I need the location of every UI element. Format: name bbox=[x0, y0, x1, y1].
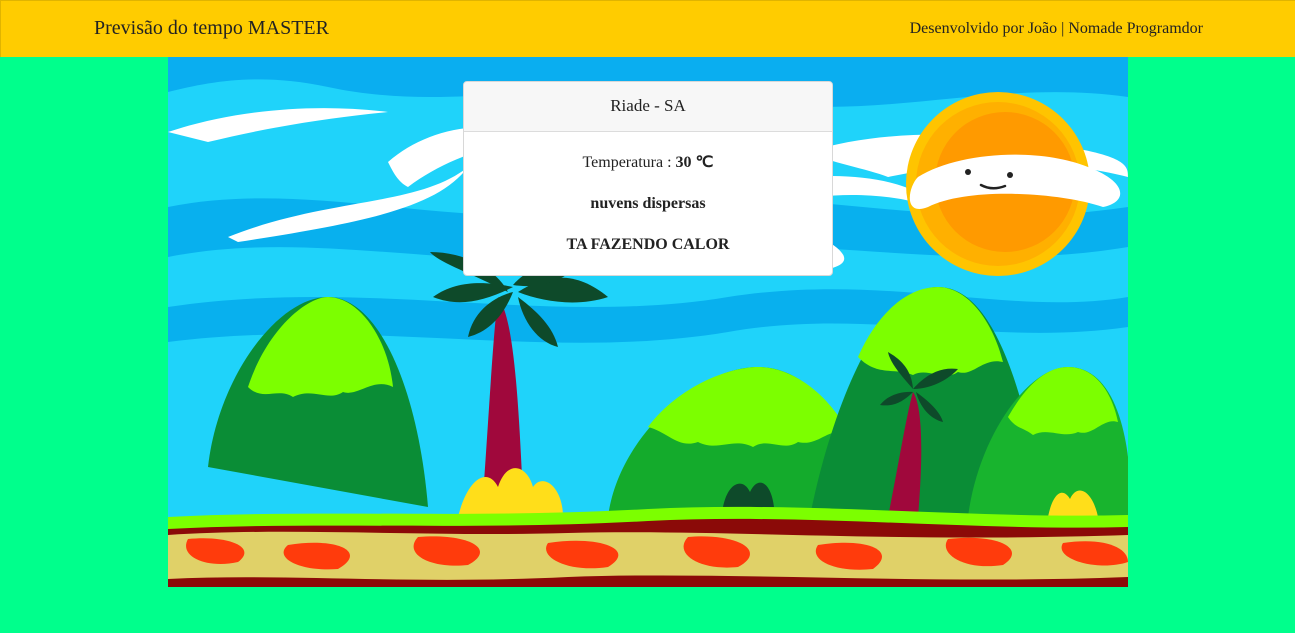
temperature-value: 30 ℃ bbox=[675, 154, 714, 171]
temperature-row: Temperatura : 30 ℃ bbox=[464, 152, 832, 174]
app-title[interactable]: Previsão do tempo MASTER bbox=[94, 17, 329, 40]
weather-card: Riade - SA Temperatura : 30 ℃ nuvens dis… bbox=[463, 81, 833, 276]
weather-details: Temperatura : 30 ℃ nuvens dispersas TA F… bbox=[464, 132, 832, 256]
top-navbar: Previsão do tempo MASTER Desenvolvido po… bbox=[0, 0, 1295, 57]
developer-credits: Desenvolvido por João | Nomade Programdo… bbox=[909, 20, 1203, 37]
location-header: Riade - SA bbox=[464, 82, 832, 132]
weather-message: TA FAZENDO CALOR bbox=[566, 236, 730, 253]
weather-description: nuvens dispersas bbox=[590, 195, 706, 212]
temperature-label: Temperatura : bbox=[582, 154, 672, 171]
